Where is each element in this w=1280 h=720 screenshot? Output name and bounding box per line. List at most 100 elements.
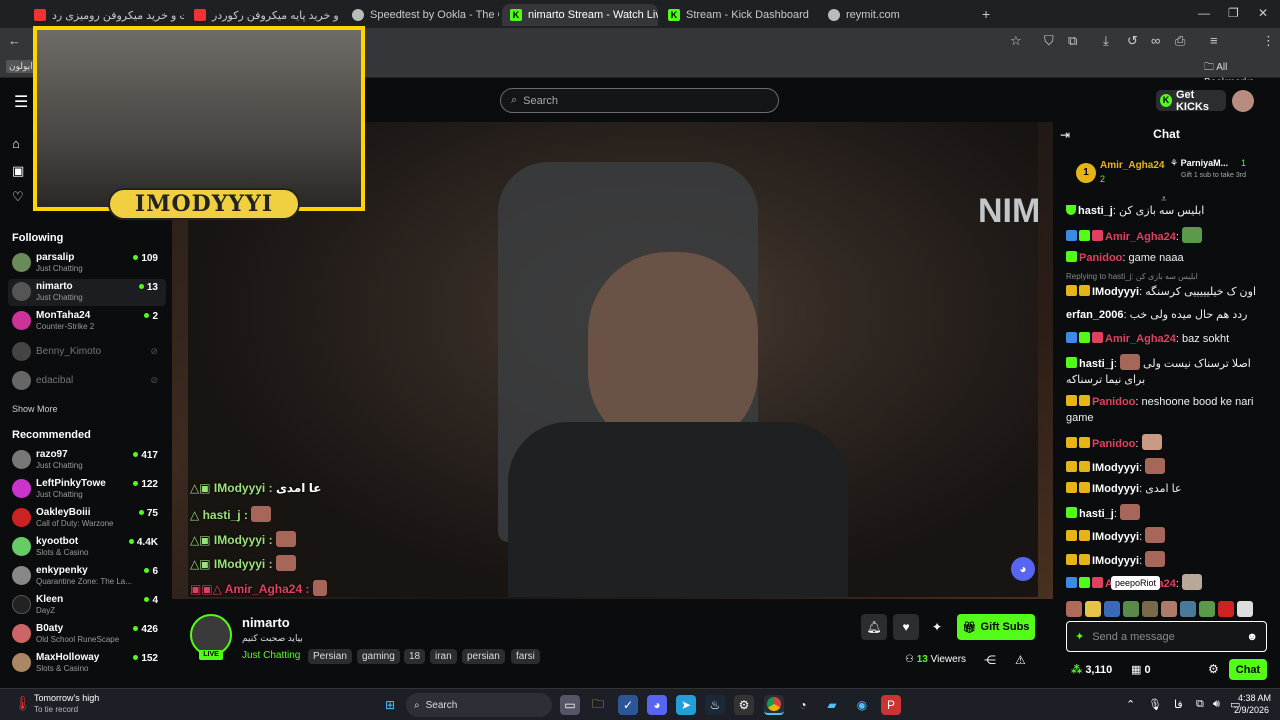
- more-vertical-icon[interactable]: ⋮: [1262, 33, 1275, 49]
- chat-user[interactable]: IModyyyi: [1092, 555, 1139, 567]
- microphone-icon[interactable]: 🎙︎: [1148, 698, 1162, 711]
- sparkle-icon[interactable]: ✦: [932, 620, 942, 634]
- home-icon[interactable]: ⌂: [12, 136, 20, 151]
- new-tab-plus-icon[interactable]: +: [982, 6, 990, 22]
- tag-pill[interactable]: farsi: [511, 649, 540, 664]
- download-icon[interactable]: ⤓: [1103, 33, 1109, 49]
- chat-user[interactable]: Panidoo: [1092, 438, 1135, 450]
- chat-user[interactable]: Panidoo: [1092, 396, 1135, 408]
- maximize-icon[interactable]: ❐: [1228, 6, 1239, 20]
- sidebar-channel-leftpinkytowe[interactable]: LeftPinkyTowe Just Chatting 122: [8, 476, 166, 503]
- following-heart-icon[interactable]: ♡: [12, 189, 24, 205]
- tag-pill[interactable]: gaming: [357, 649, 400, 664]
- get-kicks-button[interactable]: K Get KICKs: [1156, 89, 1226, 113]
- clock-time[interactable]: 4:38 AM: [1238, 693, 1271, 703]
- chat-message-input[interactable]: ✦ Send a message ☻: [1066, 621, 1267, 652]
- chat-user[interactable]: hasti_j: [1079, 358, 1114, 370]
- chat-user[interactable]: Panidoo: [1079, 252, 1122, 264]
- sidebar-channel-edacibal[interactable]: edacibal ⊘: [8, 368, 166, 395]
- sidebar-channel-oakleyboiii[interactable]: OakleyBoiii Call of Duty: Warzone 75: [8, 505, 166, 532]
- sidebar-channel-nimarto[interactable]: nimarto Just Chatting 13: [8, 279, 166, 306]
- tray-chevron-icon[interactable]: ⌃: [1126, 698, 1135, 711]
- send-chat-button[interactable]: Chat: [1229, 659, 1267, 680]
- channel-name[interactable]: nimarto: [242, 615, 290, 630]
- app-icon[interactable]: ✓: [618, 695, 638, 715]
- browse-icon[interactable]: ▣: [12, 163, 24, 179]
- weather-icon[interactable]: 🌡︎: [14, 695, 32, 712]
- channel-points[interactable]: ⁂ 3,110: [1071, 663, 1112, 676]
- chat-user[interactable]: IModyyyi: [1092, 531, 1139, 543]
- sidebar-channel-kyootbot[interactable]: kyootbot Slots & Casino 4.4K: [8, 534, 166, 561]
- notification-bell-button[interactable]: 🔔︎: [861, 614, 887, 640]
- chat-user[interactable]: IModyyyi: [1092, 462, 1139, 474]
- chat-user[interactable]: IModyyyi: [1092, 286, 1139, 298]
- tag-pill[interactable]: 18: [404, 649, 426, 664]
- follow-heart-button[interactable]: ♥: [893, 614, 919, 640]
- print-icon[interactable]: ⎙: [1175, 33, 1185, 49]
- tag-pill[interactable]: persian: [462, 649, 505, 664]
- emote-image[interactable]: [1104, 601, 1120, 617]
- user-avatar[interactable]: [1232, 90, 1254, 112]
- share-icon[interactable]: ⋲: [984, 653, 996, 667]
- close-window-icon[interactable]: ✕: [1258, 6, 1268, 20]
- browser-tab-1[interactable]: قیمت و خرید میکروفن رومیزی رد: [26, 4, 184, 26]
- steam-icon[interactable]: ♨: [705, 695, 725, 715]
- emote-image[interactable]: [1142, 601, 1158, 617]
- sidebar-channel-benny-kimoto[interactable]: Benny_Kimoto ⊘: [8, 339, 166, 366]
- telegram-icon[interactable]: ➤: [676, 695, 696, 715]
- windows-start-icon[interactable]: ⊞: [380, 695, 400, 715]
- weather-title[interactable]: Tomorrow's high: [34, 693, 99, 703]
- history-icon[interactable]: ↺: [1127, 33, 1138, 49]
- emoji-icon[interactable]: ☻: [1246, 631, 1258, 643]
- emote-image[interactable]: [1218, 601, 1234, 617]
- kicks-balance[interactable]: ▦ 0: [1131, 663, 1151, 676]
- app-icon[interactable]: ⚙: [734, 695, 754, 715]
- emote-image[interactable]: [1161, 601, 1177, 617]
- shield-icon[interactable]: ⛉: [1044, 33, 1054, 49]
- app-icon[interactable]: ▰: [822, 695, 842, 715]
- emote-image[interactable]: [1123, 601, 1139, 617]
- hamburger-menu-icon[interactable]: ☰: [14, 92, 28, 112]
- app-icon[interactable]: P: [881, 695, 901, 715]
- chat-user[interactable]: hasti_j: [1078, 205, 1113, 217]
- show-more-link[interactable]: Show More: [12, 404, 58, 414]
- chat-user[interactable]: Amir_Agha24: [1105, 231, 1176, 243]
- leaderboard-user-1[interactable]: Amir_Agha24: [1100, 160, 1164, 171]
- minimize-icon[interactable]: —: [1198, 6, 1210, 20]
- app-icon[interactable]: ◔: [793, 695, 813, 715]
- browser-tab-3[interactable]: Speedtest by Ookla - The Glob: [344, 4, 499, 26]
- browser-tab-4-active[interactable]: Knimarto Stream - Watch Liv: [502, 4, 658, 26]
- emote-image[interactable]: [1237, 601, 1253, 617]
- volume-icon[interactable]: 🔊︎: [1213, 698, 1220, 711]
- tag-pill[interactable]: iran: [430, 649, 457, 664]
- discord-icon[interactable]: ◕: [1011, 557, 1035, 581]
- emote-image[interactable]: [1199, 601, 1215, 617]
- chat-user[interactable]: IModyyyi: [1092, 483, 1139, 495]
- stream-category[interactable]: Just Chatting: [242, 650, 300, 661]
- bookmark-item[interactable]: ایولون: [6, 60, 36, 73]
- search-input[interactable]: ⌕ Search: [500, 88, 779, 113]
- sidebar-channel-maxholloway[interactable]: MaxHolloway Slots & Casino 152: [8, 650, 166, 677]
- chrome-icon[interactable]: [764, 695, 784, 715]
- discord-taskbar-icon[interactable]: ◕: [647, 695, 667, 715]
- network-icon[interactable]: ⧉: [1196, 698, 1204, 711]
- chat-user[interactable]: hasti_j: [1079, 508, 1114, 520]
- menu-lines-icon[interactable]: ≡: [1210, 33, 1218, 48]
- chat-user[interactable]: Amir_Agha24: [1105, 333, 1176, 345]
- sidebar-channel-kleen[interactable]: Kleen DayZ 4: [8, 592, 166, 619]
- back-icon[interactable]: ←: [8, 33, 21, 48]
- browser-tab-2[interactable]: قیمت و خرید پایه میکروفن رکوردر: [186, 4, 341, 26]
- keyboard-language[interactable]: فا: [1174, 698, 1183, 711]
- file-explorer-icon[interactable]: 🗀: [588, 695, 608, 715]
- report-warning-icon[interactable]: ⚠: [1015, 653, 1026, 667]
- link-icon[interactable]: ∞: [1151, 33, 1160, 48]
- leaderboard-user-2[interactable]: ⚘ ParniyaM...: [1170, 158, 1228, 169]
- tag-pill[interactable]: Persian: [308, 649, 352, 664]
- sidebar-channel-montaha24[interactable]: MonTaha24 Counter-Strike 2 2: [8, 308, 166, 335]
- sidebar-channel-b0aty[interactable]: B0aty Old School RuneScape 426: [8, 621, 166, 648]
- emote-image[interactable]: [1180, 601, 1196, 617]
- emote-image[interactable]: [1085, 601, 1101, 617]
- app-icon[interactable]: ◉: [852, 695, 872, 715]
- sidebar-channel-parsalip[interactable]: parsalip Just Chatting 109: [8, 250, 166, 277]
- task-view-icon[interactable]: ▭: [560, 695, 580, 715]
